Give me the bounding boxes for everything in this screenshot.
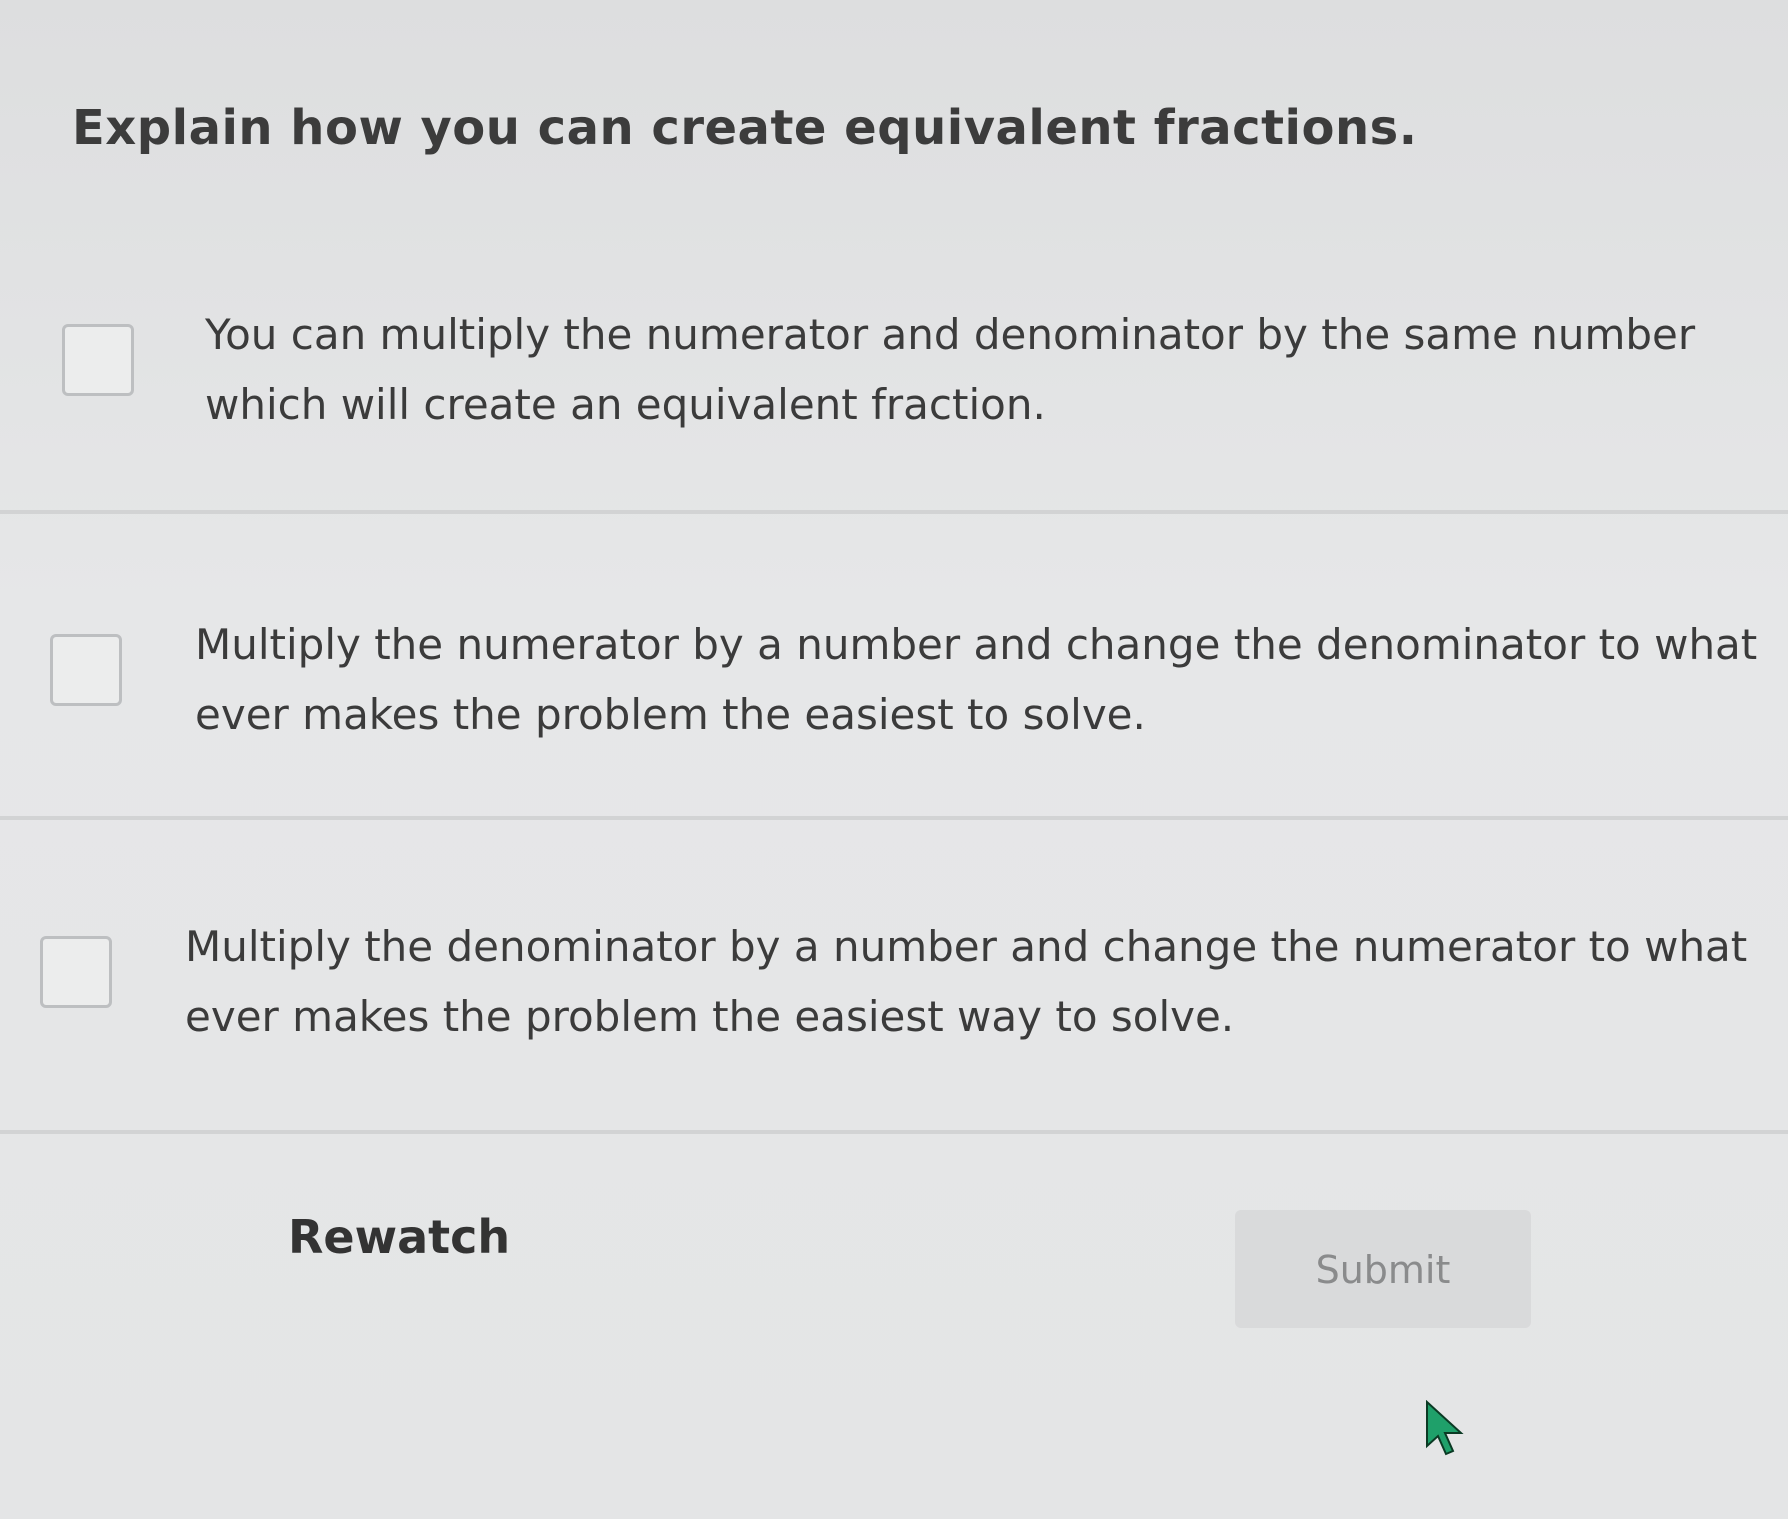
option-1-text: You can multiply the numerator and denom…: [205, 310, 1696, 429]
divider: [0, 816, 1788, 820]
answer-option-2[interactable]: Multiply the numerator by a number and c…: [0, 610, 1788, 810]
divider: [0, 1130, 1788, 1134]
option-1-checkbox[interactable]: [62, 324, 134, 396]
answer-option-3[interactable]: Multiply the denominator by a number and…: [0, 912, 1788, 1112]
mouse-pointer-icon: [1426, 1400, 1464, 1456]
submit-button[interactable]: Submit: [1235, 1210, 1531, 1328]
rewatch-button[interactable]: Rewatch: [288, 1210, 510, 1264]
option-3-text: Multiply the denominator by a number and…: [185, 922, 1748, 1041]
option-2-checkbox[interactable]: [50, 634, 122, 706]
divider: [0, 510, 1788, 514]
quiz-screen: Explain how you can create equivalent fr…: [0, 0, 1788, 1519]
option-3-checkbox[interactable]: [40, 936, 112, 1008]
question-text: Explain how you can create equivalent fr…: [72, 100, 1418, 156]
answer-option-1[interactable]: You can multiply the numerator and denom…: [0, 300, 1788, 500]
option-2-text: Multiply the numerator by a number and c…: [195, 620, 1758, 739]
